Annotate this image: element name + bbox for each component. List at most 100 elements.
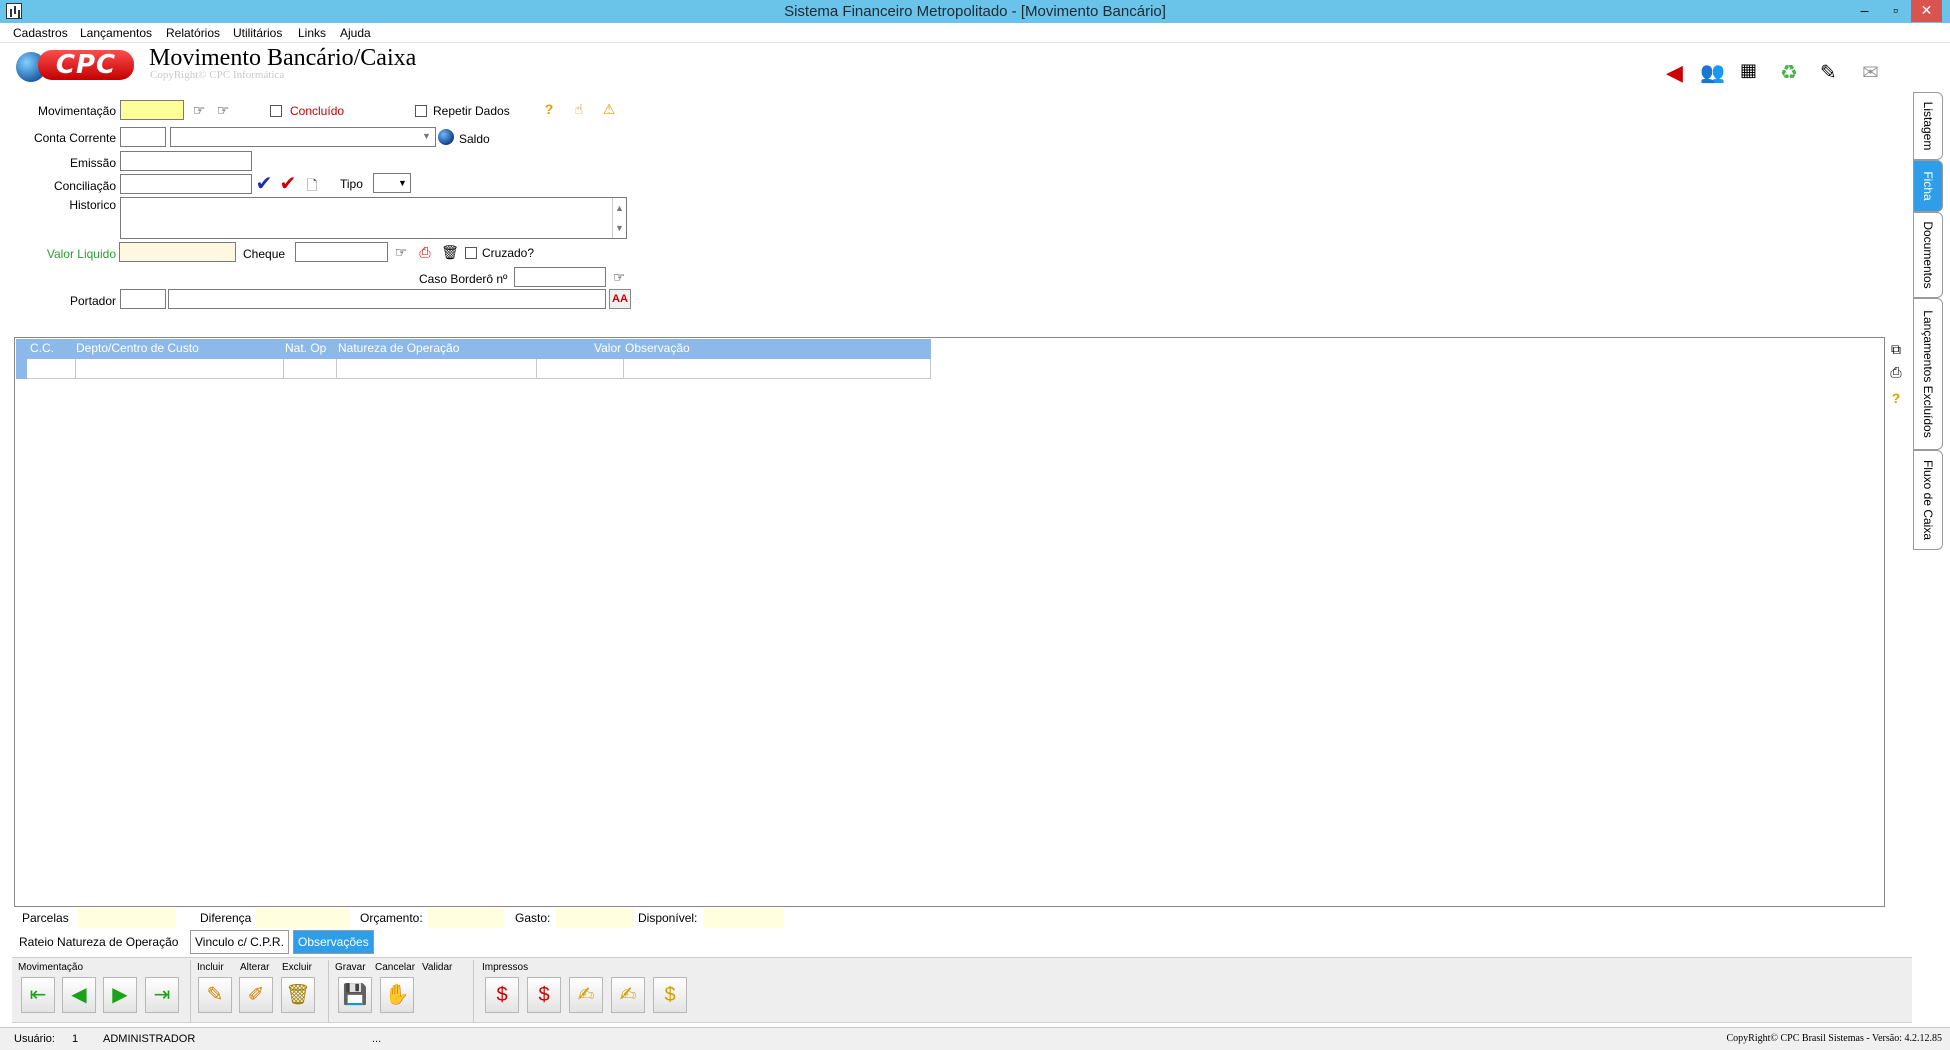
column-observacao[interactable]: Observação bbox=[625, 341, 690, 355]
alterar-label: Alterar bbox=[240, 962, 270, 973]
portador-nome-field[interactable] bbox=[168, 289, 606, 309]
valor-liquido-field[interactable] bbox=[119, 242, 236, 262]
impressos-cheque-button[interactable]: $ bbox=[485, 977, 519, 1013]
repetir-checkbox[interactable] bbox=[415, 105, 427, 117]
tab-fluxo-caixa[interactable]: Fluxo de Caixa bbox=[1913, 450, 1943, 550]
cheque-label: Cheque bbox=[243, 247, 286, 261]
incluir-label: Incluir bbox=[197, 962, 224, 973]
print-icon[interactable]: ⎙ bbox=[1887, 363, 1905, 381]
users-icon[interactable]: 👥 bbox=[1700, 60, 1726, 86]
next-record-button[interactable]: ▶ bbox=[103, 977, 137, 1013]
bordero-field[interactable] bbox=[514, 267, 606, 287]
search-portador-button[interactable]: AA bbox=[609, 289, 631, 309]
column-natureza[interactable]: Natureza de Operação bbox=[338, 341, 459, 355]
pointer-right-icon[interactable]: ☞ bbox=[214, 101, 232, 119]
document-icon[interactable]: 🗋 bbox=[303, 176, 321, 194]
excluir-button[interactable]: 🗑 bbox=[281, 977, 315, 1013]
bell-icon[interactable]: ⚠ bbox=[600, 100, 618, 118]
last-record-button[interactable]: ⇥ bbox=[145, 977, 179, 1013]
cpc-logo: CPC bbox=[16, 50, 136, 82]
tab-documentos[interactable]: Documentos bbox=[1913, 212, 1943, 298]
pointer-right-icon[interactable]: ☞ bbox=[190, 101, 208, 119]
globe-refresh-icon[interactable]: ♻ bbox=[1780, 60, 1806, 86]
copy-icon[interactable]: ⧉ bbox=[1887, 340, 1905, 358]
restore-button[interactable]: ▫ bbox=[1880, 0, 1911, 22]
cheque-print-icon[interactable]: ⎙ bbox=[416, 243, 434, 261]
menu-relatorios[interactable]: Relatórios bbox=[166, 26, 220, 40]
tab-listagem-label: Listagem bbox=[1921, 101, 1935, 151]
column-cc[interactable]: C.C. bbox=[30, 341, 54, 355]
table-row[interactable] bbox=[16, 359, 931, 379]
historico-scrollbar[interactable]: ▲ ▼ bbox=[612, 198, 626, 238]
validar-label: Validar bbox=[422, 962, 453, 973]
cell-divider bbox=[623, 359, 624, 379]
cell-divider bbox=[75, 359, 76, 379]
impressos-recibo-button[interactable]: $ bbox=[527, 977, 561, 1013]
usuario-nome: ADMINISTRADOR bbox=[103, 1033, 196, 1045]
tools-icon[interactable]: ✎ bbox=[1820, 60, 1846, 86]
column-valor[interactable]: Valor bbox=[594, 341, 621, 355]
column-nat-op[interactable]: Nat. Op bbox=[285, 341, 326, 355]
incluir-button[interactable]: ✎ bbox=[198, 977, 232, 1013]
menu-links[interactable]: Links bbox=[298, 26, 326, 40]
conta-codigo-field[interactable] bbox=[120, 127, 166, 147]
close-button[interactable]: ✕ bbox=[1911, 0, 1942, 22]
status-copyright: CopyRight© CPC Brasil Sistemas - Versão:… bbox=[1726, 1033, 1942, 1044]
trash-icon[interactable]: 🗑 bbox=[441, 243, 459, 261]
previous-record-button[interactable]: ◀ bbox=[62, 977, 96, 1013]
first-record-button[interactable]: ⇤ bbox=[21, 977, 55, 1013]
tab-listagem[interactable]: Listagem bbox=[1913, 92, 1943, 160]
status-dots: ... bbox=[372, 1033, 382, 1045]
conciliacao-field[interactable] bbox=[120, 174, 252, 194]
impressos-money-button[interactable]: $ bbox=[653, 977, 687, 1013]
globe-icon[interactable] bbox=[438, 129, 454, 145]
cell-divider bbox=[336, 359, 337, 379]
pointer-right-icon[interactable]: ☞ bbox=[610, 268, 628, 286]
pointer-right-icon[interactable]: ☞ bbox=[392, 243, 410, 261]
menu-bar bbox=[0, 23, 1950, 43]
impressos-label: Impressos bbox=[482, 962, 529, 973]
historico-label: Historico bbox=[69, 198, 116, 212]
back-arrow-icon[interactable]: ◀ bbox=[1666, 60, 1692, 86]
cancelar-button[interactable]: ✋ bbox=[380, 977, 414, 1013]
concluido-checkbox[interactable] bbox=[270, 105, 282, 117]
hand-icon[interactable]: ☝ bbox=[570, 100, 588, 118]
historico-textarea[interactable] bbox=[120, 197, 627, 239]
tab-rateio[interactable]: Rateio Natureza de Operação bbox=[14, 930, 184, 954]
mail-icon[interactable]: ✉ bbox=[1862, 60, 1888, 86]
movimentacao-field[interactable] bbox=[120, 100, 184, 120]
tab-ficha-label: Ficha bbox=[1921, 171, 1935, 201]
conta-descricao-select[interactable] bbox=[170, 127, 436, 147]
tab-ficha[interactable]: Ficha bbox=[1913, 160, 1943, 212]
help-icon[interactable]: ? bbox=[1887, 389, 1905, 407]
tab-lancamentos-excluidos[interactable]: Lançamentos Excluídos bbox=[1913, 298, 1943, 450]
chevron-down-icon[interactable]: ▼ bbox=[398, 178, 407, 188]
toolbar-divider bbox=[473, 960, 474, 1022]
cruzado-checkbox[interactable] bbox=[465, 247, 477, 259]
impressos-hand-button[interactable]: ✍ bbox=[611, 977, 645, 1013]
menu-ajuda[interactable]: Ajuda bbox=[340, 26, 371, 40]
check-blue-icon[interactable]: ✔ bbox=[255, 174, 273, 194]
portador-codigo-field[interactable] bbox=[120, 289, 166, 309]
cheque-field[interactable] bbox=[295, 242, 388, 262]
check-red-icon[interactable]: ✔ bbox=[279, 174, 297, 194]
tab-observacoes[interactable]: Observações bbox=[293, 930, 374, 954]
gasto-label: Gasto: bbox=[515, 911, 551, 925]
gravar-label: Gravar bbox=[335, 962, 366, 973]
gravar-button[interactable]: 💾 bbox=[338, 977, 372, 1013]
menu-utilitarios[interactable]: Utilitários bbox=[233, 26, 282, 40]
concluido-label: Concluído bbox=[290, 104, 345, 118]
portador-label: Portador bbox=[69, 294, 116, 308]
help-icon[interactable]: ? bbox=[540, 100, 558, 118]
menu-lancamentos[interactable]: Lançamentos bbox=[80, 26, 152, 40]
impressos-envelope-button[interactable]: ✍ bbox=[569, 977, 603, 1013]
chevron-down-icon[interactable]: ▼ bbox=[422, 131, 431, 141]
toolbar-divider bbox=[190, 960, 191, 1022]
calculator-icon[interactable]: ▦ bbox=[1740, 60, 1766, 86]
tab-vinculo-cpr[interactable]: Vinculo c/ C.P.R. bbox=[190, 930, 289, 954]
emissao-field[interactable] bbox=[120, 151, 252, 171]
minimize-button[interactable]: – bbox=[1849, 0, 1880, 22]
column-depto[interactable]: Depto/Centro de Custo bbox=[76, 341, 199, 355]
menu-cadastros[interactable]: Cadastros bbox=[13, 26, 68, 40]
alterar-button[interactable]: ✐ bbox=[239, 977, 273, 1013]
